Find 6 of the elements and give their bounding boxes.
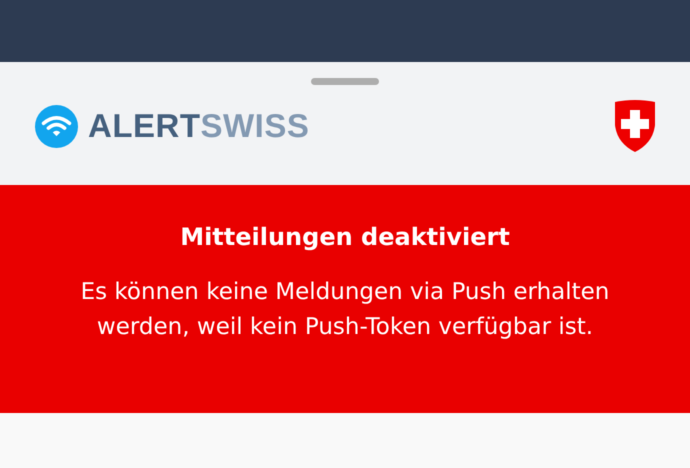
brand-name: ALERTSWISS bbox=[88, 107, 310, 145]
drag-handle[interactable] bbox=[311, 78, 379, 85]
banner-message: Es können keine Meldungen via Push erhalten werden, weil kein Push-Token verfügbar ist. bbox=[80, 278, 610, 342]
shield-icon bbox=[613, 99, 657, 153]
banner-title: Mitteilungen deaktiviert bbox=[180, 223, 510, 251]
wifi-icon bbox=[35, 104, 78, 148]
